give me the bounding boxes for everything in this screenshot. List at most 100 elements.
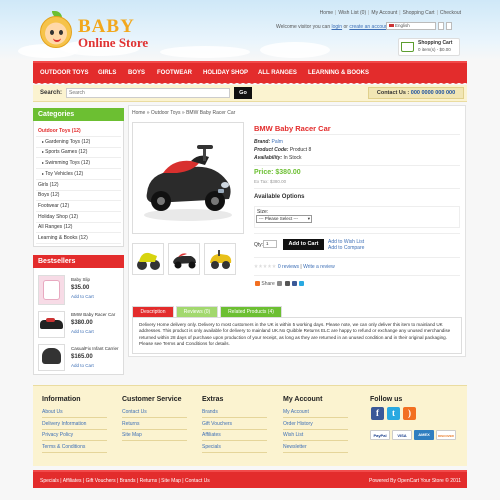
nav-girls[interactable]: GIRLS — [98, 70, 116, 76]
product-thumb[interactable] — [168, 243, 200, 275]
print-icon[interactable] — [284, 281, 290, 287]
category-item[interactable]: ▸ Gardening Toys (12) — [42, 139, 90, 145]
breadcrumb[interactable]: Home » Outdoor Toys » BMW Baby Racer Car — [132, 110, 235, 116]
product-availability: Availability: In Stock — [254, 155, 302, 161]
email-icon[interactable] — [277, 281, 283, 287]
footer-link[interactable]: Affiliates — [202, 432, 221, 438]
bestseller-add-button[interactable]: Add to Cart — [71, 329, 94, 334]
shopping-cart-icon[interactable] — [401, 42, 414, 52]
language-select[interactable]: English — [386, 22, 436, 30]
category-item[interactable]: Boys (12) — [38, 192, 59, 198]
category-item[interactable]: Outdoor Toys (12) — [38, 128, 81, 134]
add-to-cart-button[interactable]: Add to Cart — [283, 239, 324, 250]
facebook-share-icon[interactable] — [291, 281, 297, 287]
footer-link[interactable]: Order History — [283, 421, 313, 427]
twitter-icon[interactable]: t — [387, 407, 400, 420]
footer-bottom-links[interactable]: Specials | Affiliates | Gift Vouchers | … — [40, 478, 210, 484]
top-link-checkout[interactable]: Checkout — [440, 10, 461, 16]
write-review-link[interactable]: Write a review — [303, 264, 335, 270]
logo-baby-icon[interactable] — [40, 16, 72, 48]
tab-reviews[interactable]: Reviews (0) — [176, 306, 218, 317]
top-link-cart[interactable]: Shopping Cart — [403, 10, 435, 16]
footer-link[interactable]: Newsletter — [283, 444, 307, 450]
currency-option[interactable] — [438, 22, 444, 30]
share-icon[interactable] — [255, 281, 260, 287]
divider — [254, 257, 460, 258]
footer-link[interactable]: Brands — [202, 409, 218, 415]
footer-link[interactable]: Terms & Conditions — [42, 444, 85, 450]
footer-divider — [283, 428, 348, 430]
category-item[interactable]: Holiday Shop (12) — [38, 214, 78, 220]
footer-column-title: My Account — [283, 396, 323, 403]
infant-carrier-image — [42, 348, 61, 364]
nav-outdoor-toys[interactable]: OUTDOOR TOYS — [40, 70, 89, 76]
category-item[interactable]: ▸ Swimming Toys (12) — [42, 160, 90, 166]
add-to-compare-link[interactable]: Add to Compare — [328, 245, 364, 251]
share-label[interactable]: Share — [261, 281, 274, 287]
rss-icon[interactable]: ) — [403, 407, 416, 420]
search-go-button[interactable]: Go — [234, 87, 252, 99]
product-thumb[interactable] — [204, 243, 236, 275]
footer-link[interactable]: Returns — [122, 421, 140, 427]
size-select[interactable]: --- Please Select --- ▾ — [256, 215, 312, 223]
nav-holiday-shop[interactable]: HOLIDAY SHOP — [203, 70, 248, 76]
nav-all-ranges[interactable]: ALL RANGES — [258, 70, 297, 76]
category-label: Gardening Toys (12) — [45, 138, 91, 145]
footer-link[interactable]: Specials — [202, 444, 221, 450]
bestseller-name[interactable]: Baby Slip — [71, 277, 90, 282]
yellow-car-thumb — [210, 250, 232, 269]
brand-link[interactable]: Palm — [272, 139, 283, 145]
bestseller-add-button[interactable]: Add to Cart — [71, 294, 94, 299]
category-item[interactable]: Footwear (12) — [38, 203, 69, 209]
footer-link[interactable]: About Us — [42, 409, 63, 415]
top-link-wishlist[interactable]: Wish List (0) — [338, 10, 366, 16]
powered-by: Powered By OpenCart Your Store © 2011 — [369, 478, 461, 484]
category-divider — [36, 146, 121, 148]
language-label: English — [395, 23, 410, 28]
category-item[interactable]: Girls (12) — [38, 182, 59, 188]
contact-number[interactable]: 000 0000 000 000 — [411, 90, 455, 96]
login-link[interactable]: login — [332, 24, 343, 30]
nav-footwear[interactable]: FOOTWEAR — [157, 70, 192, 76]
footer-link[interactable]: My Account — [283, 409, 309, 415]
top-link-home[interactable]: Home — [320, 10, 333, 16]
twitter-share-icon[interactable] — [299, 281, 305, 287]
bestseller-price: $35.00 — [71, 285, 90, 291]
footer-column-title: Extras — [202, 396, 224, 403]
bestseller-add-button[interactable]: Add to Cart — [71, 363, 94, 368]
tab-description[interactable]: Description — [132, 306, 174, 317]
footer-link[interactable]: Contact Us — [122, 409, 147, 415]
category-divider — [36, 221, 121, 223]
footer-link[interactable]: Gift Vouchers — [202, 421, 232, 427]
logo-subtitle[interactable]: Online Store — [78, 35, 148, 51]
facebook-icon[interactable]: f — [371, 407, 384, 420]
footer-link[interactable]: Privacy Policy — [42, 432, 73, 438]
footer-link[interactable]: Delivery Information — [42, 421, 86, 427]
category-divider — [36, 232, 121, 234]
category-item[interactable]: ▸ Sports Games (12) — [42, 149, 87, 155]
nav-learning-books[interactable]: LEARNING & BOOKS — [308, 70, 369, 76]
category-item[interactable]: ▸ Toy Vehicles (12) — [42, 171, 83, 177]
cloud-decoration — [160, 46, 250, 58]
nav-boys[interactable]: BOYS — [128, 70, 145, 76]
reviews-count-link[interactable]: 0 reviews — [278, 264, 299, 270]
size-select-value: --- Please Select --- — [259, 216, 299, 221]
category-item[interactable]: All Ranges (12) — [38, 224, 72, 230]
footer-link[interactable]: Wish List — [283, 432, 303, 438]
cart-value: 0 item(s) - $0.00 — [418, 47, 451, 52]
bestseller-name[interactable]: BMW Baby Racer Car — [71, 312, 115, 317]
search-input[interactable] — [66, 88, 230, 98]
bestseller-name[interactable]: CasualFix Infant Carrier — [71, 346, 119, 351]
footer-divider — [283, 440, 348, 442]
currency-option[interactable] — [446, 22, 452, 30]
top-link-account[interactable]: My Account — [371, 10, 397, 16]
create-account-link[interactable]: create an account — [349, 24, 389, 30]
tab-related-products[interactable]: Related Products (4) — [220, 306, 282, 317]
footer-link[interactable]: Site Map — [122, 432, 142, 438]
racer-car-thumb — [173, 253, 196, 269]
category-item[interactable]: Learning & Books (12) — [38, 235, 88, 241]
product-main-image[interactable] — [132, 122, 244, 234]
qty-input[interactable]: 1 — [263, 240, 277, 248]
product-thumb[interactable] — [132, 243, 164, 275]
cart-title[interactable]: Shopping Cart — [418, 40, 452, 46]
